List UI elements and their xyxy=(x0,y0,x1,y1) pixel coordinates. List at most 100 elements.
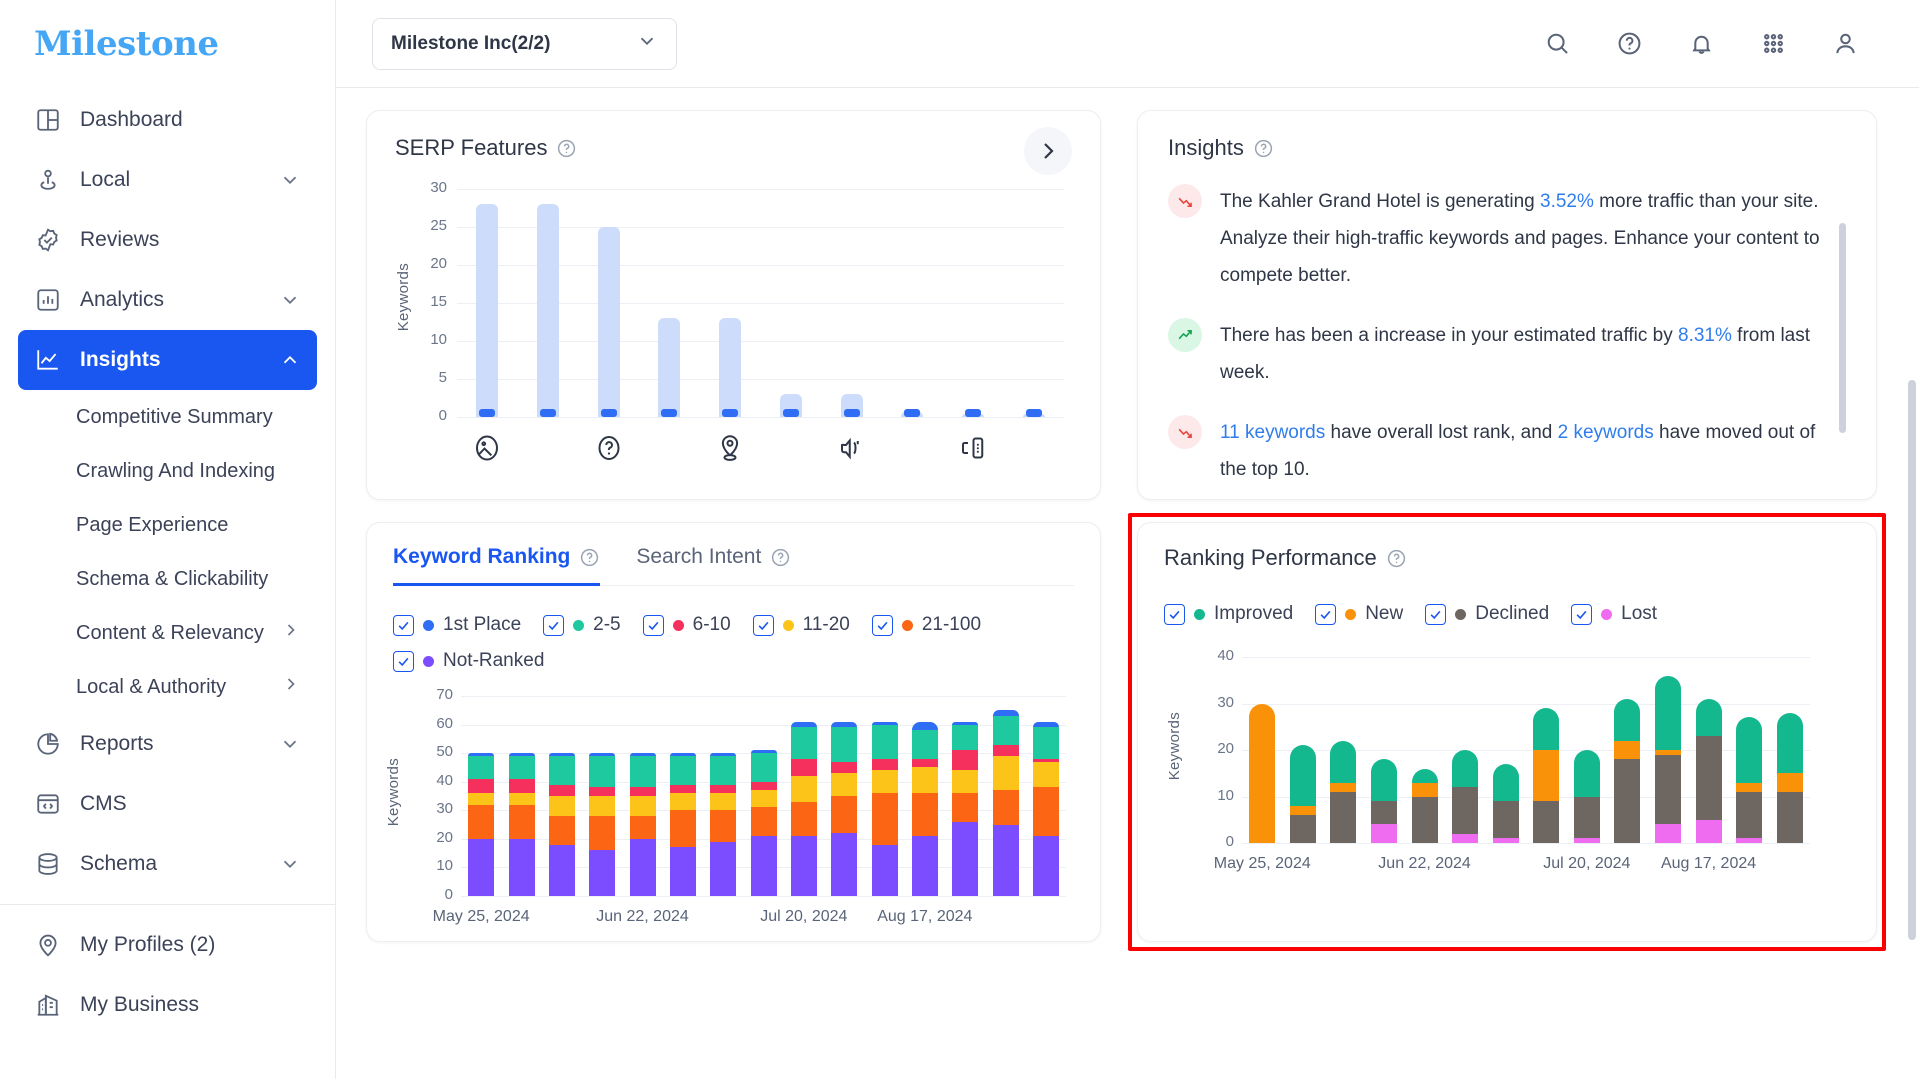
chevron-down-icon[interactable] xyxy=(279,853,301,875)
stacked-bar-segment[interactable] xyxy=(790,758,817,776)
stacked-bar-segment[interactable] xyxy=(1411,768,1438,783)
stacked-bar-segment[interactable] xyxy=(1249,703,1276,843)
stacked-bar-segment[interactable] xyxy=(548,756,575,785)
stacked-bar-segment[interactable] xyxy=(1614,759,1641,843)
checkbox-checked-icon[interactable] xyxy=(543,614,565,636)
page-scrollbar[interactable] xyxy=(1908,380,1916,940)
stacked-bar-segment[interactable] xyxy=(1452,833,1479,843)
stacked-bar-segment[interactable] xyxy=(1032,721,1059,728)
stacked-bar-segment[interactable] xyxy=(710,841,737,896)
insight-link[interactable]: 2 keywords xyxy=(1558,422,1654,443)
sidebar-subitem-page-experience[interactable]: Page Experience xyxy=(18,498,317,552)
stacked-bar-segment[interactable] xyxy=(1573,838,1600,843)
stacked-bar-segment[interactable] xyxy=(1614,698,1641,741)
insight-link[interactable]: 8.31% xyxy=(1678,325,1732,346)
serp-features-next-button[interactable] xyxy=(1024,127,1072,175)
stacked-bar-segment[interactable] xyxy=(1371,801,1397,825)
sidebar-item-reports[interactable]: Reports xyxy=(18,714,317,774)
sidebar-item-my-business[interactable]: My Business xyxy=(18,975,317,1035)
stacked-bar-segment[interactable] xyxy=(952,821,979,896)
stacked-bar-segment[interactable] xyxy=(831,761,858,774)
sidebar-item-cms[interactable]: CMS xyxy=(18,774,317,834)
stacked-bar-segment[interactable] xyxy=(1492,801,1519,839)
insight-link[interactable]: 3.52% xyxy=(1540,191,1594,212)
stacked-bar-segment[interactable] xyxy=(629,753,656,756)
stacked-bar-segment[interactable] xyxy=(589,816,616,851)
stacked-bar-segment[interactable] xyxy=(629,838,656,896)
sidebar-item-schema[interactable]: Schema xyxy=(18,834,317,894)
sidebar-subitem-schema-and-clickability[interactable]: Schema & Clickability xyxy=(18,552,317,606)
account-select[interactable]: Milestone Inc(2/2) xyxy=(372,17,677,70)
stacked-bar-segment[interactable] xyxy=(629,816,656,839)
stacked-bar-segment[interactable] xyxy=(669,847,696,896)
stacked-bar-segment[interactable] xyxy=(750,753,777,782)
stacked-bar-segment[interactable] xyxy=(508,778,535,794)
stacked-bar-segment[interactable] xyxy=(669,756,696,785)
stacked-bar-segment[interactable] xyxy=(508,804,535,839)
stacked-bar-segment[interactable] xyxy=(911,758,938,768)
stacked-bar-segment[interactable] xyxy=(992,824,1019,896)
stacked-bar-segment[interactable] xyxy=(710,793,737,811)
stacked-bar-segment[interactable] xyxy=(831,833,858,896)
stacked-bar-segment[interactable] xyxy=(1776,773,1803,792)
stacked-bar-segment[interactable] xyxy=(669,753,696,756)
sidebar-item-local[interactable]: Local xyxy=(18,150,317,210)
stacked-bar-segment[interactable] xyxy=(468,793,495,805)
stacked-bar-segment[interactable] xyxy=(790,721,817,728)
chevron-down-icon[interactable] xyxy=(279,169,301,191)
chevron-down-icon[interactable] xyxy=(279,289,301,311)
stacked-bar-segment[interactable] xyxy=(952,724,979,751)
stacked-bar-segment[interactable] xyxy=(1411,782,1438,797)
brand-logo[interactable]: Milestone xyxy=(0,0,335,88)
stacked-bar-segment[interactable] xyxy=(1573,796,1600,839)
stacked-bar-segment[interactable] xyxy=(710,810,737,842)
sidebar-item-analytics[interactable]: Analytics xyxy=(18,270,317,330)
checkbox-checked-icon[interactable] xyxy=(871,614,893,636)
stacked-bar-segment[interactable] xyxy=(1614,740,1641,760)
stacked-bar-segment[interactable] xyxy=(710,753,737,756)
sidebar-subitem-content-and-relevancy[interactable]: Content & Relevancy xyxy=(18,606,317,660)
serp-bar[interactable] xyxy=(476,204,499,417)
stacked-bar-segment[interactable] xyxy=(831,773,858,796)
stacked-bar-segment[interactable] xyxy=(1492,763,1519,802)
help-circle-icon[interactable] xyxy=(1253,138,1274,159)
checkbox-checked-icon[interactable] xyxy=(752,614,774,636)
stacked-bar-segment[interactable] xyxy=(468,756,495,779)
chevron-down-icon[interactable] xyxy=(279,733,301,755)
checkbox-checked-icon[interactable] xyxy=(393,650,414,672)
keyword-ranking-legend-item[interactable]: 2-5 xyxy=(543,614,621,636)
stacked-bar-segment[interactable] xyxy=(1533,750,1560,802)
stacked-bar-segment[interactable] xyxy=(952,721,979,725)
stacked-bar-segment[interactable] xyxy=(1452,750,1479,788)
stacked-bar-segment[interactable] xyxy=(992,716,1019,745)
stacked-bar-segment[interactable] xyxy=(468,804,495,839)
stacked-bar-segment[interactable] xyxy=(589,787,616,796)
sidebar-subitem-crawling-and-indexing[interactable]: Crawling And Indexing xyxy=(18,444,317,498)
stacked-bar-segment[interactable] xyxy=(750,750,777,754)
stacked-bar-segment[interactable] xyxy=(911,721,938,731)
stacked-bar-segment[interactable] xyxy=(629,787,656,796)
checkbox-checked-icon[interactable] xyxy=(1571,603,1593,625)
stacked-bar-segment[interactable] xyxy=(750,781,777,791)
ranking-performance-legend-item[interactable]: Lost xyxy=(1571,603,1657,625)
stacked-bar-segment[interactable] xyxy=(790,727,817,759)
stacked-bar-segment[interactable] xyxy=(871,844,898,896)
stacked-bar-segment[interactable] xyxy=(629,796,656,816)
help-circle-icon[interactable] xyxy=(1615,30,1643,58)
stacked-bar-segment[interactable] xyxy=(508,838,535,896)
stacked-bar-segment[interactable] xyxy=(710,756,737,785)
stacked-bar-segment[interactable] xyxy=(1032,727,1059,759)
keyword-ranking-legend-item[interactable]: Not-Ranked xyxy=(393,650,544,672)
stacked-bar-segment[interactable] xyxy=(952,750,979,771)
stacked-bar-segment[interactable] xyxy=(1736,782,1763,792)
stacked-bar-segment[interactable] xyxy=(911,767,938,794)
stacked-bar-segment[interactable] xyxy=(669,784,696,794)
insights-scrollbar[interactable] xyxy=(1839,223,1846,433)
serp-bar[interactable] xyxy=(537,204,560,417)
stacked-bar-segment[interactable] xyxy=(1573,750,1600,797)
stacked-bar-segment[interactable] xyxy=(831,727,858,762)
stacked-bar-segment[interactable] xyxy=(548,753,575,756)
stacked-bar-segment[interactable] xyxy=(1736,717,1763,783)
serp-bar[interactable] xyxy=(719,318,742,417)
stacked-bar-segment[interactable] xyxy=(911,730,938,759)
